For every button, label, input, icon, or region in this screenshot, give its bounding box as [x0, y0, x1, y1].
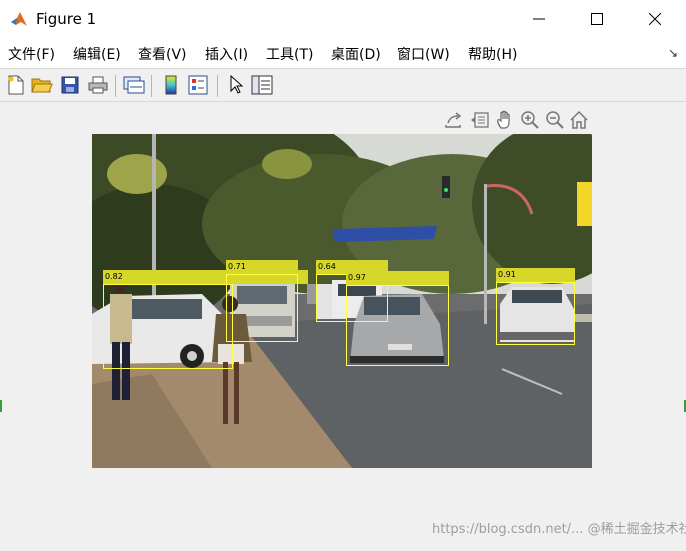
restore-view-icon[interactable]	[567, 108, 591, 132]
close-icon	[649, 13, 661, 25]
close-button[interactable]	[626, 0, 684, 38]
insert-colorbar-icon[interactable]	[159, 73, 183, 97]
pan-icon[interactable]	[493, 108, 517, 132]
detection-box	[346, 285, 449, 366]
brush-icon[interactable]	[468, 108, 492, 132]
detection-image: 0.82 0.71 0.64 0.97 0.91	[92, 134, 592, 468]
figure-toolbar	[0, 68, 686, 102]
minimize-button[interactable]	[510, 0, 568, 38]
menu-file[interactable]: 文件(F)	[8, 44, 55, 64]
detection-score: 0.91	[498, 270, 516, 279]
detection-score: 0.82	[105, 272, 123, 281]
maximize-icon	[591, 13, 603, 25]
zoom-in-icon[interactable]	[518, 108, 542, 132]
toolbar-separator	[115, 75, 116, 97]
detection-box	[496, 282, 575, 345]
watermark: https://blog.csdn.net/... @稀土掘金技术社区	[432, 522, 686, 537]
new-figure-icon[interactable]	[4, 73, 28, 97]
detection-score: 0.64	[318, 262, 336, 271]
detection-score: 0.71	[228, 262, 246, 271]
detection-box	[226, 274, 298, 342]
detection-label-bar: 0.71	[226, 260, 298, 274]
menu-tools[interactable]: 工具(T)	[266, 44, 313, 64]
window-title: Figure 1	[36, 10, 97, 28]
link-plot-icon[interactable]	[122, 73, 146, 97]
menu-view[interactable]: 查看(V)	[138, 44, 187, 64]
zoom-out-icon[interactable]	[543, 108, 567, 132]
detection-score: 0.97	[348, 273, 366, 282]
detection-label-bar: 0.91	[496, 268, 575, 282]
export-icon[interactable]	[442, 108, 466, 132]
menu-desktop[interactable]: 桌面(D)	[331, 44, 381, 64]
print-icon[interactable]	[86, 73, 110, 97]
toolbar-separator	[151, 75, 152, 97]
menu-edit[interactable]: 编辑(E)	[73, 44, 121, 64]
menu-help[interactable]: 帮助(H)	[468, 44, 517, 64]
detection-label-bar: 0.97	[346, 271, 449, 285]
toolbar-separator	[217, 75, 218, 97]
menu-insert[interactable]: 插入(I)	[205, 44, 248, 64]
edit-plot-icon[interactable]	[224, 73, 248, 97]
dock-arrow-icon[interactable]: ↘	[668, 46, 678, 60]
save-icon[interactable]	[58, 73, 82, 97]
maximize-button[interactable]	[568, 0, 626, 38]
open-file-icon[interactable]	[30, 73, 54, 97]
minimize-icon	[533, 18, 545, 20]
figure-edge-marker	[0, 400, 2, 412]
matlab-icon	[11, 12, 27, 26]
menu-window[interactable]: 窗口(W)	[397, 44, 450, 64]
property-inspector-icon[interactable]	[250, 73, 274, 97]
detection-box	[103, 284, 233, 369]
insert-legend-icon[interactable]	[186, 73, 210, 97]
menu-bar: 文件(F) 编辑(E) 查看(V) 插入(I) 工具(T) 桌面(D) 窗口(W…	[0, 38, 686, 68]
title-bar: Figure 1	[0, 0, 686, 38]
